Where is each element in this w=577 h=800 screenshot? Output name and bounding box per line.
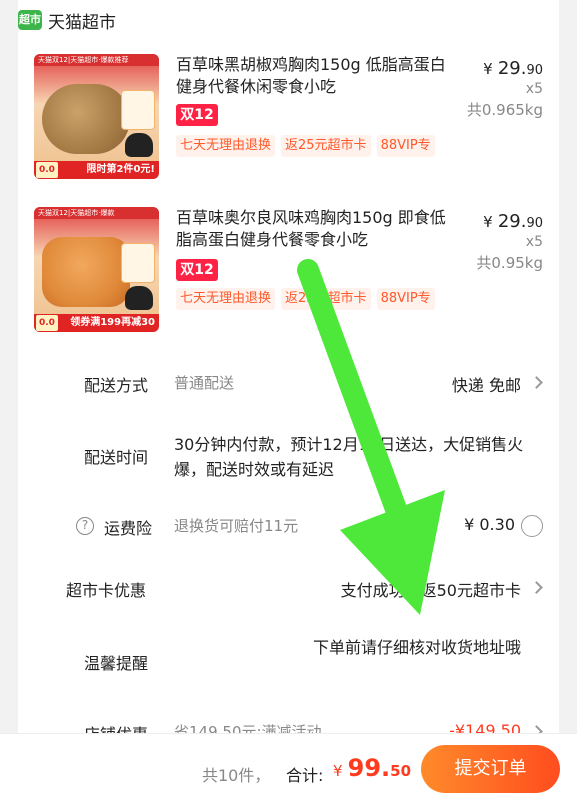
reminder-value: 下单前请仔细核对收货地址哦 xyxy=(312,638,521,657)
product-weight: 共0.95kg xyxy=(476,254,543,272)
store-name: 天猫超市 xyxy=(48,12,116,33)
product-thumbnail[interactable]: 天猫双12|天猫超市·爆款推荐 限时第2件0元! 0.0 xyxy=(34,54,159,179)
total-int: 99. xyxy=(347,754,391,782)
price-dec: 90 xyxy=(526,216,543,231)
product-quantity: x5 xyxy=(525,81,543,97)
price-currency: ¥ xyxy=(483,60,493,78)
tmall-cat-icon xyxy=(125,286,153,310)
promo-tag xyxy=(121,243,155,283)
reminder-label: 温馨提醒 xyxy=(84,654,149,673)
delivery-time-value: 30分钟内付款，预计12月13日送达，大促销售火爆，配送时效或有延迟 xyxy=(174,435,524,479)
product-quantity: x5 xyxy=(525,234,543,250)
double12-badge: 双12 xyxy=(176,104,218,126)
submit-order-button[interactable]: 提交订单 xyxy=(421,745,560,793)
tag-vip: 88VIP专 xyxy=(376,288,435,310)
food-image xyxy=(42,84,130,154)
delivery-time-row: 配送时间 30分钟内付款，预计12月13日送达，大促销售火爆，配送时效或有延迟 xyxy=(18,432,559,482)
delivery-method-label: 配送方式 xyxy=(84,376,149,395)
help-icon[interactable]: ? xyxy=(76,517,94,535)
store-header[interactable]: 超市 天猫超市 xyxy=(18,8,116,33)
shipping-insurance-label: 运费险 xyxy=(104,519,153,538)
tmall-cat-icon xyxy=(125,133,153,157)
product-thumbnail[interactable]: 天猫双12|天猫超市·爆款 领券满199再减30 0.0 xyxy=(34,207,159,332)
card-discount-label: 超市卡优惠 xyxy=(66,581,147,600)
card-discount-value: 支付成功共返50元超市卡 xyxy=(340,581,521,600)
checkout-bar: 共10件， 合计: ¥ 99.50 提交订单 xyxy=(0,733,577,800)
insurance-radio[interactable] xyxy=(521,515,543,537)
food-image xyxy=(42,237,130,307)
thumb-top-banner: 天猫双12|天猫超市·爆款推荐 xyxy=(34,54,159,66)
price-dec: 90 xyxy=(526,63,543,78)
product-tags: 七天无理由退换 返25元超市卡 88VIP专 xyxy=(176,134,486,158)
store-logo: 超市 xyxy=(18,10,42,30)
price-currency: ¥ xyxy=(483,213,493,231)
product-title[interactable]: 百草味奥尔良风味鸡胸肉150g 即食低脂高蛋白健身代餐零食小吃 xyxy=(176,207,446,251)
total-label: 合计: xyxy=(286,766,324,785)
delivery-method-right: 快递 免邮 xyxy=(451,376,521,395)
product-weight: 共0.965kg xyxy=(466,101,543,119)
reminder-row: 温馨提醒 下单前请仔细核对收货地址哦 xyxy=(18,636,559,686)
product-price: ¥ 29.90 xyxy=(483,58,543,79)
product-title[interactable]: 百草味黑胡椒鸡胸肉150g 低脂高蛋白健身代餐休闲零食小吃 xyxy=(176,54,446,98)
chevron-right-icon xyxy=(530,581,543,594)
tag-return: 七天无理由退换 xyxy=(176,135,276,157)
price-int: 29. xyxy=(497,58,527,79)
card-discount-row[interactable]: 超市卡优惠 支付成功共返50元超市卡 xyxy=(18,577,559,601)
tag-return: 七天无理由退换 xyxy=(176,288,276,310)
product-item[interactable]: 天猫双12|天猫超市·爆款 领券满199再减30 0.0 百草味奥尔良风味鸡胸肉… xyxy=(18,207,559,337)
product-price: ¥ 29.90 xyxy=(483,211,543,232)
double12-badge: 双12 xyxy=(176,259,218,281)
tag-cashback: 返25元超市卡 xyxy=(281,288,371,310)
total-dec: 50 xyxy=(390,762,412,780)
tag-cashback: 返25元超市卡 xyxy=(281,135,371,157)
delivery-time-label: 配送时间 xyxy=(84,448,149,467)
product-item[interactable]: 天猫双12|天猫超市·爆款推荐 限时第2件0元! 0.0 百草味黑胡椒鸡胸肉15… xyxy=(18,54,559,184)
chevron-right-icon xyxy=(530,376,543,389)
shipping-insurance-value: 退换货可赔付11元 xyxy=(174,517,299,535)
tag-vip: 88VIP专 xyxy=(376,135,435,157)
price-int: 29. xyxy=(497,211,527,232)
thumb-price: 0.0 xyxy=(36,162,58,178)
shipping-insurance-price: ¥ 0.30 xyxy=(464,515,515,534)
product-tags: 七天无理由退换 返25元超市卡 88VIP专 xyxy=(176,287,486,311)
total-currency: ¥ xyxy=(333,762,343,780)
delivery-method-value: 普通配送 xyxy=(174,374,235,392)
thumb-top-banner: 天猫双12|天猫超市·爆款 xyxy=(34,207,159,219)
total-count: 共10件， xyxy=(202,766,271,785)
shipping-insurance-row[interactable]: ? 运费险 退换货可赔付11元 ¥ 0.30 xyxy=(18,515,559,539)
delivery-method-row[interactable]: 配送方式 普通配送 快递 免邮 xyxy=(18,372,559,396)
total-price: ¥ 99.50 xyxy=(333,754,411,782)
promo-tag xyxy=(121,90,155,130)
thumb-price: 0.0 xyxy=(36,315,58,331)
